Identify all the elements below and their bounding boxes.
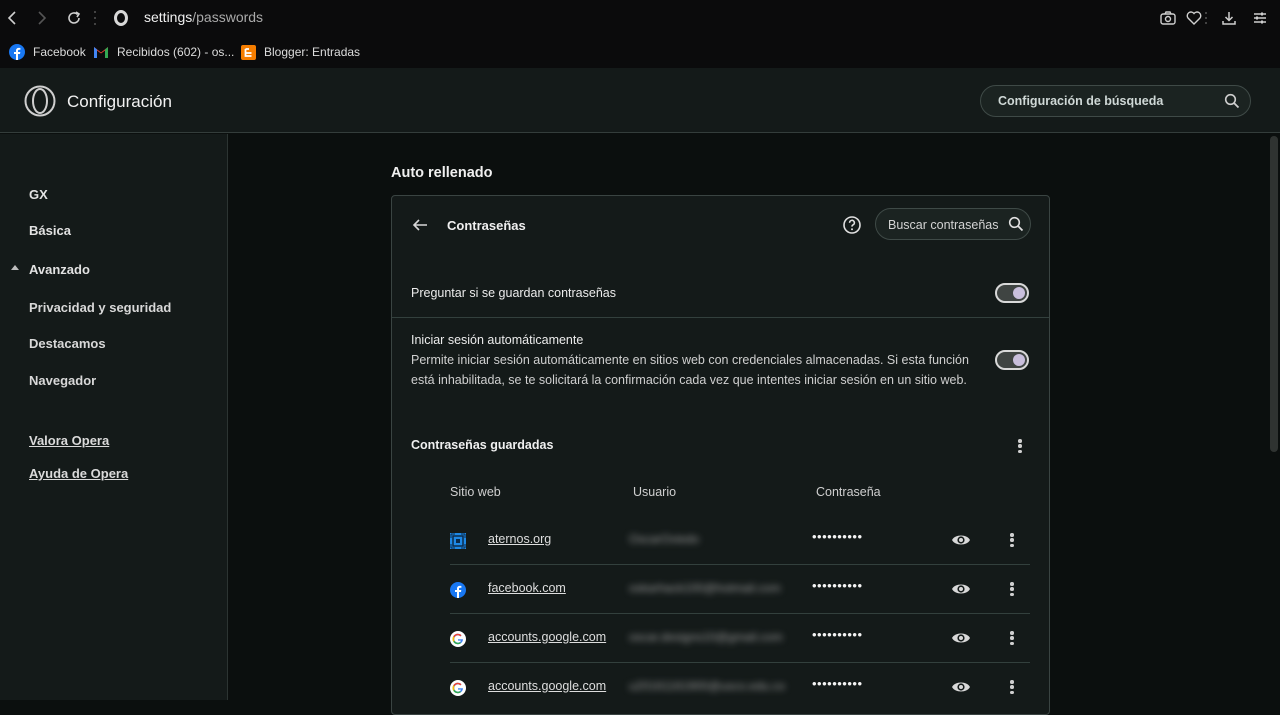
bookmark-blogger[interactable]: Blogger: Entradas bbox=[240, 43, 360, 61]
bookmark-gmail[interactable]: Recibidos (602) - os... bbox=[93, 43, 234, 61]
back-arrow-icon[interactable] bbox=[411, 216, 429, 234]
site-link[interactable]: accounts.google.com bbox=[488, 679, 606, 693]
easy-setup-icon bbox=[1254, 12, 1266, 24]
reload-icon bbox=[68, 11, 81, 24]
site-link[interactable]: facebook.com bbox=[488, 581, 566, 595]
passwords-panel: Contraseñas Buscar contraseñas Preguntar… bbox=[391, 195, 1050, 715]
show-password-eye-icon[interactable] bbox=[951, 679, 971, 695]
download-icon bbox=[1222, 12, 1236, 25]
google-icon bbox=[450, 631, 466, 647]
toggle-knob bbox=[1013, 287, 1025, 299]
bookmark-facebook[interactable]: Facebook bbox=[9, 43, 86, 61]
offer-save-label: Preguntar si se guardan contraseñas bbox=[411, 286, 616, 300]
scrollbar[interactable] bbox=[1270, 136, 1278, 452]
search-icon bbox=[1224, 93, 1240, 109]
column-header-site: Sitio web bbox=[450, 485, 501, 499]
bookmarks-bar: Facebook Recibidos (602) - os... Blogger… bbox=[0, 36, 1280, 68]
auto-signin-description: Permite iniciar sesión automáticamente e… bbox=[411, 353, 969, 387]
url-path: /passwords bbox=[192, 9, 264, 25]
password-search-input[interactable]: Buscar contraseñas bbox=[875, 208, 1031, 240]
caret-up-icon bbox=[11, 265, 19, 270]
column-header-password: Contraseña bbox=[816, 485, 881, 499]
settings-search-input[interactable]: Configuración de búsqueda bbox=[980, 85, 1251, 117]
aternos-icon bbox=[450, 533, 466, 549]
password-row: accounts.google.com oscar.designs10@gmai… bbox=[392, 614, 1049, 663]
auto-signin-label: Iniciar sesión automáticamente bbox=[411, 333, 584, 347]
address-bar[interactable]: settings/passwords bbox=[144, 9, 263, 25]
help-icon[interactable] bbox=[842, 215, 862, 235]
gmail-icon bbox=[93, 44, 109, 60]
password-value: •••••••••• bbox=[812, 578, 863, 593]
snapshot-button[interactable] bbox=[1157, 6, 1179, 30]
sidebar-item-basica[interactable]: Básica bbox=[29, 223, 71, 238]
show-password-eye-icon[interactable] bbox=[951, 630, 971, 646]
column-header-user: Usuario bbox=[633, 485, 677, 499]
heart-icon bbox=[1186, 11, 1202, 25]
row-menu-icon[interactable] bbox=[1010, 680, 1014, 694]
row-menu-icon[interactable] bbox=[1010, 582, 1014, 596]
username-value: oskarhack100@hotmail.com bbox=[629, 581, 781, 595]
forward-button[interactable] bbox=[32, 8, 52, 28]
password-row: facebook.com oskarhack100@hotmail.com ••… bbox=[392, 565, 1049, 614]
password-row: aternos.org OscarOviedo •••••••••• bbox=[392, 516, 1049, 565]
settings-sidebar: GX Básica Avanzado Privacidad y segurida… bbox=[0, 134, 228, 700]
opera-help-link[interactable]: Ayuda de Opera bbox=[29, 466, 128, 481]
easy-setup-button[interactable] bbox=[1249, 6, 1271, 30]
toolbar-separator bbox=[1203, 6, 1209, 30]
google-icon bbox=[450, 680, 466, 696]
camera-icon bbox=[1160, 11, 1176, 25]
search-placeholder: Configuración de búsqueda bbox=[998, 94, 1164, 108]
show-password-eye-icon[interactable] bbox=[951, 532, 971, 548]
bookmark-label: Blogger: Entradas bbox=[264, 45, 361, 59]
browser-toolbar: settings/passwords bbox=[0, 0, 1280, 36]
settings-header: Configuración Configuración de búsqueda bbox=[0, 68, 1280, 133]
site-link[interactable]: aternos.org bbox=[488, 532, 551, 546]
sidebar-item-avanzado[interactable]: Avanzado bbox=[29, 262, 90, 277]
chevron-left-icon bbox=[7, 11, 16, 25]
row-menu-icon[interactable] bbox=[1010, 631, 1014, 645]
sidebar-item-destacamos[interactable]: Destacamos bbox=[29, 336, 106, 351]
my-flow-button[interactable] bbox=[1183, 6, 1205, 30]
sidebar-item-navegador[interactable]: Navegador bbox=[29, 373, 96, 388]
settings-main: Auto rellenado Contraseñas Buscar contra… bbox=[229, 134, 1280, 715]
row-menu-icon[interactable] bbox=[1010, 533, 1014, 547]
section-title: Auto rellenado bbox=[391, 165, 493, 181]
rate-opera-link[interactable]: Valora Opera bbox=[29, 433, 109, 448]
opera-url-icon bbox=[114, 10, 128, 26]
blogger-icon bbox=[240, 44, 256, 60]
bookmark-label: Facebook bbox=[33, 45, 86, 59]
auto-signin-toggle[interactable] bbox=[995, 350, 1029, 370]
toolbar-separator bbox=[94, 11, 96, 25]
facebook-icon bbox=[450, 582, 466, 598]
sidebar-item-privacidad[interactable]: Privacidad y seguridad bbox=[29, 300, 171, 315]
search-icon bbox=[1008, 216, 1024, 232]
url-host: settings bbox=[144, 9, 193, 25]
saved-passwords-menu-icon[interactable] bbox=[1018, 439, 1022, 453]
bookmark-label: Recibidos (602) - os... bbox=[117, 45, 235, 59]
username-value: u20161161900@usco.edu.co bbox=[629, 679, 786, 693]
back-button[interactable] bbox=[2, 8, 22, 28]
password-row: accounts.google.com u20161161900@usco.ed… bbox=[392, 663, 1049, 712]
reload-button[interactable] bbox=[64, 8, 84, 28]
username-value: oscar.designs10@gmail.com bbox=[629, 630, 783, 644]
sidebar-item-gx[interactable]: GX bbox=[29, 187, 48, 202]
password-value: •••••••••• bbox=[812, 676, 863, 691]
opera-gx-logo-icon bbox=[24, 85, 56, 117]
toggle-knob bbox=[1013, 354, 1025, 366]
panel-title: Contraseñas bbox=[447, 218, 526, 233]
password-value: •••••••••• bbox=[812, 529, 863, 544]
page-title: Configuración bbox=[67, 92, 172, 111]
divider bbox=[392, 317, 1049, 318]
facebook-icon bbox=[9, 44, 25, 60]
username-value: OscarOviedo bbox=[629, 532, 700, 546]
search-placeholder: Buscar contraseñas bbox=[888, 218, 999, 232]
offer-save-toggle[interactable] bbox=[995, 283, 1029, 303]
saved-passwords-title: Contraseñas guardadas bbox=[411, 438, 554, 452]
show-password-eye-icon[interactable] bbox=[951, 581, 971, 597]
site-link[interactable]: accounts.google.com bbox=[488, 630, 606, 644]
chevron-right-icon bbox=[38, 11, 47, 25]
downloads-button[interactable] bbox=[1218, 6, 1240, 30]
password-value: •••••••••• bbox=[812, 627, 863, 642]
